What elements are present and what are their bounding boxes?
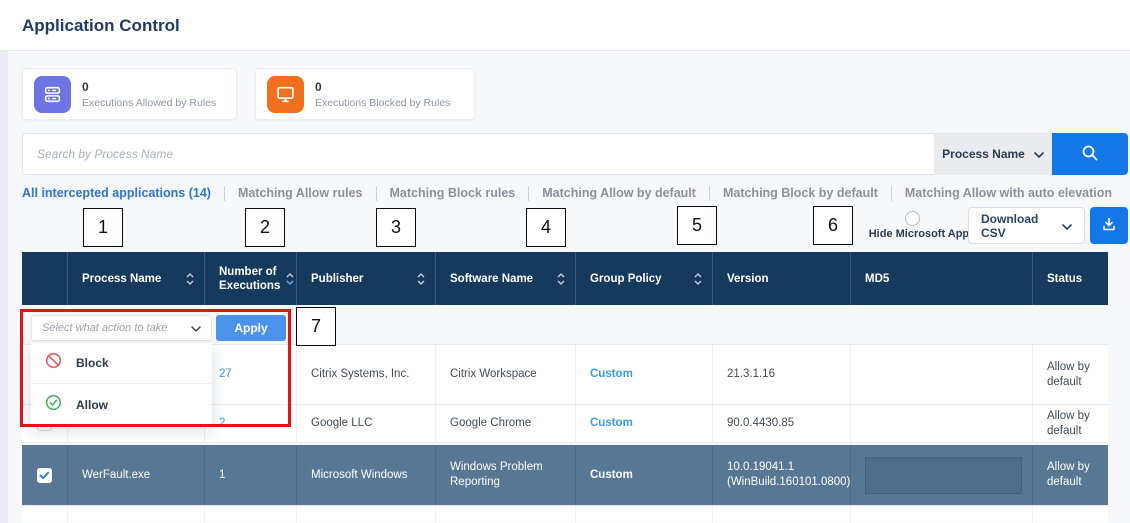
page-title: Application Control [22, 16, 180, 35]
header-md5: MD5 [851, 252, 1033, 305]
group-policy-link[interactable]: Custom [590, 367, 633, 382]
header-checkbox-column [22, 252, 68, 305]
header-status: Status [1047, 272, 1083, 285]
md5-cell [851, 345, 1033, 404]
sort-icon[interactable] [694, 272, 702, 285]
status-cell: Allow by default [1047, 360, 1090, 388]
md5-redaction [865, 357, 1022, 392]
sort-icon-desc[interactable] [286, 272, 294, 285]
group-policy-link[interactable]: Custom [590, 468, 633, 483]
apply-button[interactable]: Apply [216, 315, 286, 341]
filter-tabs: All intercepted applications (14) Matchi… [22, 186, 1125, 201]
executions-link[interactable]: 2 [219, 416, 225, 431]
allowed-label: Executions Allowed by Rules [82, 96, 217, 109]
md5-cell [851, 445, 1033, 505]
search-icon [1081, 144, 1099, 165]
search-button[interactable] [1052, 133, 1128, 175]
application-control-page: Application Control 0 Executions Allowed… [0, 0, 1130, 523]
row-checkbox-checked[interactable] [37, 467, 52, 483]
table-row-selected[interactable]: WerFault.exe 1 Microsoft Windows Windows… [22, 443, 1108, 506]
header-version: Version [713, 252, 851, 305]
publisher-cell: Google LLC [297, 405, 436, 442]
tab-matching-allow-auto-elevation[interactable]: Matching Allow with auto elevation [892, 186, 1125, 201]
header-group-policy[interactable]: Group Policy [576, 252, 713, 305]
annotation-box-5: 5 [677, 206, 717, 245]
version-cell: 90.0.4430.85 [713, 405, 851, 442]
tab-matching-allow-by-default[interactable]: Matching Allow by default [529, 186, 710, 201]
process-name-cell: WerFault.exe [68, 445, 205, 505]
annotation-box-4: 4 [526, 208, 566, 247]
tab-all-intercepted-applications[interactable]: All intercepted applications (14) [22, 186, 225, 201]
blocked-count: 0 [315, 79, 322, 94]
search-filter-label: Process Name [942, 147, 1025, 161]
stat-card-executions-blocked: 0 Executions Blocked by Rules [255, 68, 475, 120]
monitor-icon [267, 75, 304, 113]
sort-icon[interactable] [557, 272, 565, 285]
hide-microsoft-apps-label: Hide Microsoft Apps [868, 228, 976, 240]
action-menu: Block Allow [31, 343, 212, 425]
blocked-label: Executions Blocked by Rules [315, 96, 451, 109]
stat-card-executions-allowed: 0 Executions Allowed by Rules [22, 68, 237, 120]
annotation-box-6: 6 [813, 206, 853, 245]
tab-matching-block-rules[interactable]: Matching Block rules [377, 186, 530, 201]
publisher-cell: Citrix Systems, Inc. [297, 345, 436, 404]
publisher-cell: Microsoft Windows [297, 445, 436, 505]
software-name-cell: Citrix Workspace [436, 345, 576, 404]
menu-item-block[interactable]: Block [31, 343, 212, 384]
annotation-box-3: 3 [376, 208, 416, 247]
search-bar: Process Name [22, 133, 1128, 175]
page-edge-strip [0, 51, 8, 523]
table-row [22, 506, 1108, 522]
chevron-down-icon [191, 319, 201, 337]
sort-icon[interactable] [417, 272, 425, 285]
header-number-of-executions[interactable]: Number of Executions [205, 252, 297, 305]
chevron-down-icon [1034, 147, 1044, 161]
status-cell: Allow by default [1047, 461, 1090, 488]
md5-cell [851, 405, 1033, 442]
action-select-placeholder: Select what action to take [42, 322, 168, 334]
header-process-name[interactable]: Process Name [68, 252, 205, 305]
annotation-box-2: 2 [245, 208, 285, 247]
download-csv-label: Download CSV [981, 211, 1039, 240]
download-csv-dropdown[interactable]: Download CSV [968, 207, 1085, 244]
download-button[interactable] [1090, 207, 1128, 244]
menu-item-allow[interactable]: Allow [31, 384, 212, 425]
status-cell: Allow by default [1047, 409, 1090, 437]
block-icon [45, 352, 62, 374]
header-software-name[interactable]: Software Name [436, 252, 576, 305]
server-icon [34, 75, 71, 113]
action-select-dropdown[interactable]: Select what action to take [31, 315, 212, 341]
table-header-row: Process Name Number of Executions Publis… [22, 252, 1108, 305]
header-publisher[interactable]: Publisher [297, 252, 436, 305]
menu-item-label: Allow [76, 397, 108, 412]
executions-link[interactable]: 27 [219, 367, 232, 382]
chevron-down-icon [1062, 219, 1072, 233]
search-filter-dropdown[interactable]: Process Name [934, 133, 1052, 175]
group-policy-link[interactable]: Custom [590, 416, 633, 431]
allowed-count: 0 [82, 79, 89, 94]
annotation-box-7: 7 [296, 307, 336, 346]
md5-redaction [865, 456, 1022, 494]
software-name-cell: Windows Problem Reporting [436, 445, 576, 505]
tab-matching-allow-rules[interactable]: Matching Allow rules [225, 186, 377, 201]
version-cell: 10.0.19041.1 (WinBuild.160101.0800) [713, 445, 851, 505]
sort-icon[interactable] [186, 272, 194, 285]
allow-icon [45, 394, 62, 416]
search-input[interactable] [22, 133, 934, 175]
software-name-cell: Google Chrome [436, 405, 576, 442]
executions-cell: 1 [205, 445, 297, 505]
annotation-box-1: 1 [83, 208, 123, 247]
hide-microsoft-apps-radio[interactable] [905, 211, 920, 226]
download-icon [1101, 216, 1117, 235]
tab-matching-block-by-default[interactable]: Matching Block by default [710, 186, 892, 201]
menu-item-label: Block [76, 356, 109, 370]
version-cell: 21.3.1.16 [713, 345, 851, 404]
